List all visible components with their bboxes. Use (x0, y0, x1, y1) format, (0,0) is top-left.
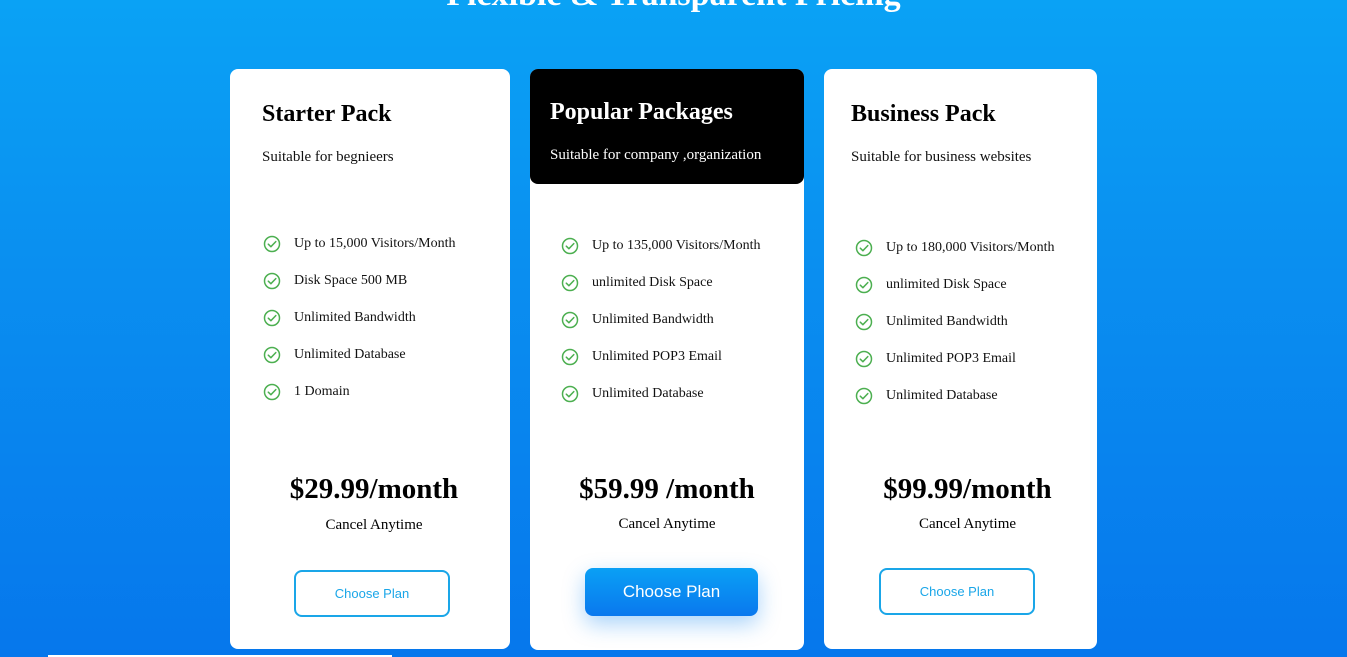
feature-text: Unlimited Database (294, 347, 406, 362)
check-circle-icon (263, 309, 281, 327)
plan-price: $29.99/month (289, 473, 459, 505)
plan-description: Suitable for begnieers (262, 149, 394, 165)
page-heading: Flexible & Transparent Pricing (0, 0, 1347, 12)
check-circle-icon (263, 383, 281, 401)
feature-text: Unlimited Database (592, 386, 704, 401)
plan-title: Starter Pack (262, 101, 392, 127)
plan-price: $99.99/month (883, 473, 1052, 505)
cancel-note: Cancel Anytime (918, 516, 1017, 532)
plan-card-popular: Popular Packages Suitable for company ,o… (530, 69, 804, 650)
plan-description: Suitable for business websites (851, 149, 1032, 165)
check-circle-icon (855, 313, 873, 331)
check-circle-icon (561, 237, 579, 255)
feature-text: Up to 135,000 Visitors/Month (592, 238, 761, 253)
feature-text: Unlimited Bandwidth (592, 312, 714, 327)
feature-text: Up to 15,000 Visitors/Month (294, 236, 456, 251)
plan-description: Suitable for company ,organization (550, 147, 762, 163)
feature-text: Unlimited Bandwidth (294, 310, 416, 325)
feature-item: Unlimited Bandwidth (561, 311, 760, 348)
feature-text: Unlimited POP3 Email (886, 351, 1016, 366)
feature-text: unlimited Disk Space (886, 277, 1007, 292)
feature-item: Up to 135,000 Visitors/Month (561, 237, 760, 274)
feature-item: unlimited Disk Space (855, 276, 1054, 313)
plan-card-starter: Starter Pack Suitable for begnieers Up t… (230, 69, 510, 649)
feature-item: Disk Space 500 MB (263, 272, 455, 309)
feature-item: Unlimited Database (263, 346, 455, 383)
feature-item: Unlimited POP3 Email (855, 350, 1054, 387)
check-circle-icon (263, 346, 281, 364)
feature-text: Unlimited POP3 Email (592, 349, 722, 364)
cancel-note: Cancel Anytime (325, 517, 423, 533)
feature-item: Unlimited Bandwidth (263, 309, 455, 346)
feature-text: unlimited Disk Space (592, 275, 713, 290)
choose-plan-button[interactable]: Choose Plan (294, 570, 450, 617)
plan-price: $59.99 /month (579, 473, 755, 505)
check-circle-icon (263, 272, 281, 290)
plan-card-business: Business Pack Suitable for business webs… (824, 69, 1097, 649)
feature-item: unlimited Disk Space (561, 274, 760, 311)
feature-item: Up to 15,000 Visitors/Month (263, 235, 455, 272)
feature-list: Up to 15,000 Visitors/Month Disk Space 5… (263, 235, 455, 420)
feature-item: Unlimited Bandwidth (855, 313, 1054, 350)
check-circle-icon (561, 274, 579, 292)
feature-text: Unlimited Database (886, 388, 998, 403)
check-circle-icon (263, 235, 281, 253)
feature-text: Disk Space 500 MB (294, 273, 408, 288)
check-circle-icon (855, 387, 873, 405)
check-circle-icon (561, 385, 579, 403)
plan-card-header: Popular Packages Suitable for company ,o… (530, 69, 804, 184)
feature-list: Up to 180,000 Visitors/Month unlimited D… (855, 239, 1054, 424)
plan-title: Popular Packages (550, 99, 733, 125)
feature-item: Up to 180,000 Visitors/Month (855, 239, 1054, 276)
check-circle-icon (855, 276, 873, 294)
cancel-note: Cancel Anytime (618, 516, 716, 532)
feature-list: Up to 135,000 Visitors/Month unlimited D… (561, 237, 760, 422)
feature-item: Unlimited POP3 Email (561, 348, 760, 385)
check-circle-icon (855, 239, 873, 257)
check-circle-icon (561, 311, 579, 329)
feature-text: Up to 180,000 Visitors/Month (886, 240, 1055, 255)
feature-text: Unlimited Bandwidth (886, 314, 1008, 329)
choose-plan-button[interactable]: Choose Plan (879, 568, 1035, 615)
choose-plan-button[interactable]: Choose Plan (585, 568, 758, 616)
feature-item: 1 Domain (263, 383, 455, 420)
check-circle-icon (561, 348, 579, 366)
check-circle-icon (855, 350, 873, 368)
feature-item: Unlimited Database (855, 387, 1054, 424)
feature-text: 1 Domain (294, 384, 350, 399)
plan-title: Business Pack (851, 101, 996, 127)
feature-item: Unlimited Database (561, 385, 760, 422)
